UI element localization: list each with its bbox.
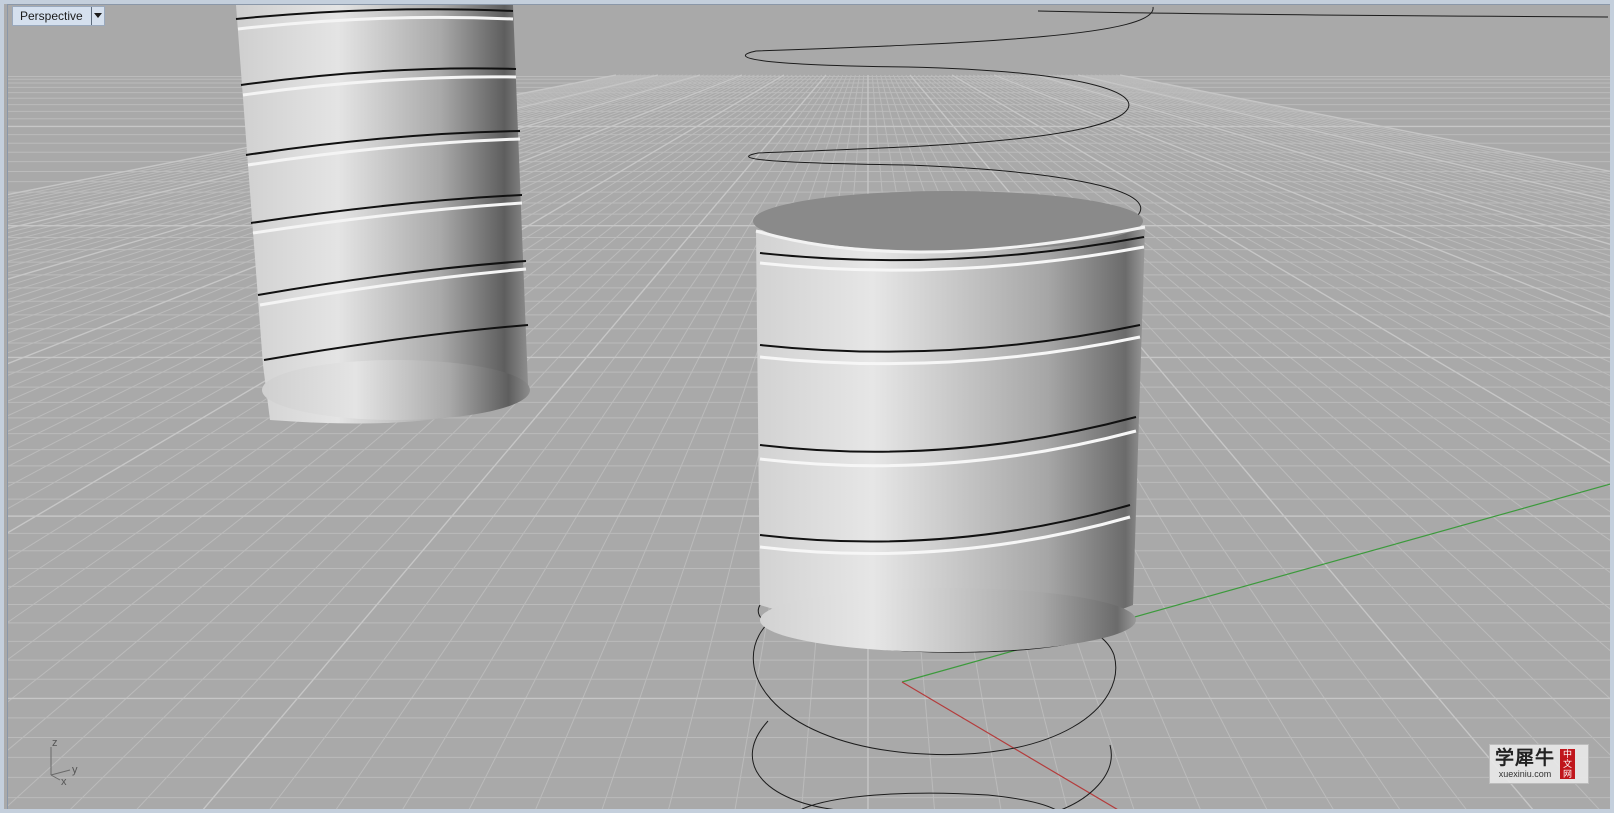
- axis-y-label: y: [72, 764, 78, 776]
- axis-z-label: z: [52, 737, 58, 749]
- left-coil-cylinder: [235, 5, 530, 424]
- right-coil-cylinder: [753, 191, 1146, 652]
- axis-triad-icon: z y x: [50, 737, 78, 785]
- watermark-url: xuexiniu.com: [1498, 769, 1552, 779]
- seal-char: 网: [1563, 769, 1573, 779]
- axis-x-label: x: [61, 776, 67, 785]
- perspective-scene[interactable]: [8, 5, 1614, 811]
- seal-char: 中: [1563, 749, 1573, 759]
- seal-char: 文: [1563, 759, 1573, 769]
- cylinder-top-face: [753, 191, 1143, 251]
- rhino-viewport[interactable]: Perspective z y x 学犀牛 xuexiniu.com 中 文 网: [0, 0, 1614, 813]
- watermark-logo: 学犀牛 xuexiniu.com 中 文 网: [1489, 744, 1589, 784]
- watermark-logo-text: 学犀牛: [1495, 747, 1556, 769]
- viewport-title-tab[interactable]: Perspective: [12, 6, 105, 26]
- viewport-frame: Perspective z y x 学犀牛 xuexiniu.com 中 文 网: [7, 4, 1614, 811]
- watermark-seal: 中 文 网: [1560, 749, 1576, 779]
- chevron-down-icon[interactable]: [90, 7, 104, 25]
- viewport-title[interactable]: Perspective: [13, 7, 91, 25]
